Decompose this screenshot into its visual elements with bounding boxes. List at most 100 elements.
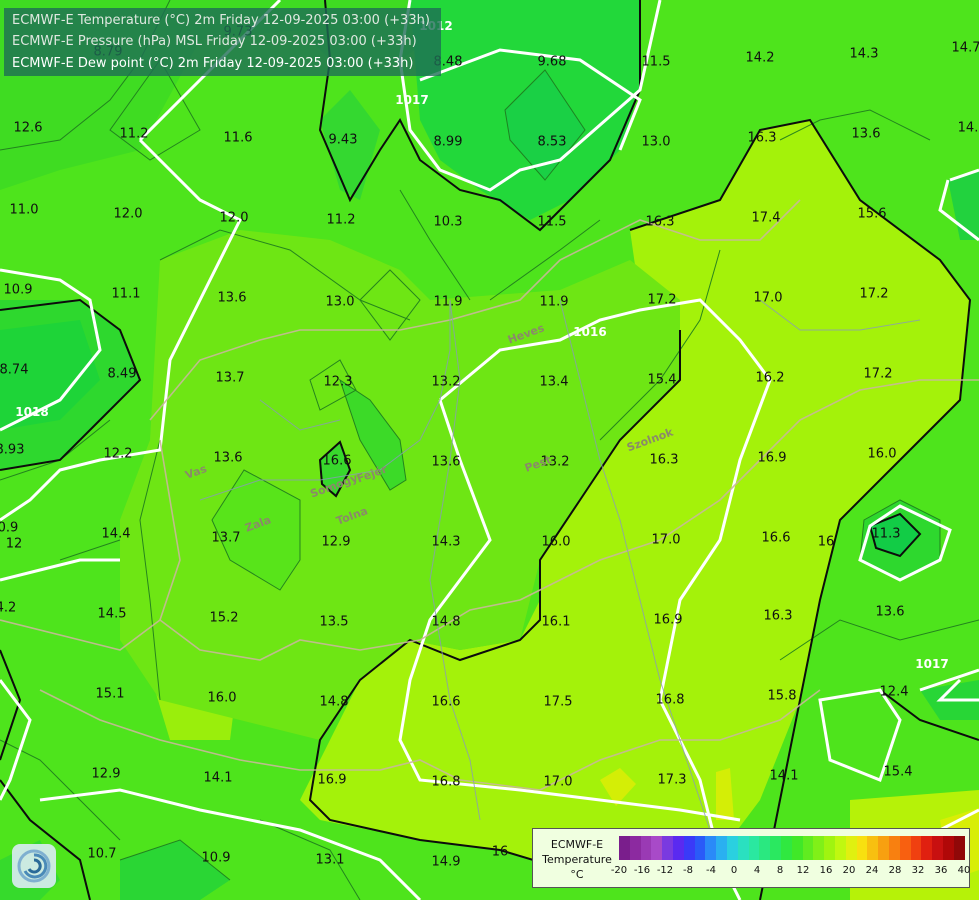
temperature-value-label: 14.: [957, 120, 979, 136]
temperature-value-label: 14.4: [101, 526, 131, 542]
temperature-value-label: 8.49: [107, 366, 137, 382]
temperature-value-label: 16.8: [655, 692, 685, 708]
temperature-value-label: 0.9: [0, 520, 19, 536]
isobar-value-label: 1017: [915, 657, 949, 671]
legend-tick: -12: [656, 865, 674, 876]
temperature-value-label: 14.3: [431, 534, 461, 550]
legend-swatch: [629, 836, 641, 860]
isotherm-value-label: 16: [491, 844, 509, 860]
temperature-value-label: 12.9: [321, 534, 351, 550]
temperature-value-label: 17.0: [753, 290, 783, 306]
temperature-value-label: 13.0: [641, 134, 671, 150]
legend-swatch: [921, 836, 933, 860]
legend-tick: 0: [730, 865, 738, 876]
temperature-value-label: 16.9: [653, 612, 683, 628]
temperature-value-label: 16.0: [541, 534, 571, 550]
legend-swatch: [672, 836, 684, 860]
temperature-value-label: 14.1: [203, 770, 233, 786]
legend-swatch: [845, 836, 857, 860]
temperature-value-label: 17.2: [647, 292, 677, 308]
temperature-value-label: 8.53: [537, 134, 567, 150]
legend-swatch: [953, 836, 965, 860]
temperature-value-label: 13.4: [539, 374, 569, 390]
legend-tick: 24: [865, 865, 879, 876]
legend-swatch: [716, 836, 727, 860]
legend-swatch: [726, 836, 738, 860]
temperature-value-label: 13.5: [319, 614, 349, 630]
legend-tick-labels: -20 -16 -12 -8 -4 0 4 8 12 16 20 24 28 32 36 40: [611, 865, 971, 881]
legend-tick: -16: [633, 865, 651, 876]
title-pressure: ECMWF-E Pressure (hPa) MSL Friday 12-09-…: [12, 34, 417, 49]
legend-swatch: [813, 836, 825, 860]
title-dewpoint: ECMWF-E Dew point (°C) 2m Friday 12-09-2…: [12, 56, 414, 71]
legend-tick: 36: [934, 865, 948, 876]
temperature-value-label: 14.1: [769, 768, 799, 784]
temperature-value-label: 13.2: [431, 374, 461, 390]
legend-swatch: [802, 836, 814, 860]
temperature-value-label: 15.4: [647, 372, 677, 388]
temperature-value-label: 15.8: [767, 688, 797, 704]
temperature-value-label: 11.0: [9, 202, 39, 218]
temperature-value-label: 14.7: [951, 40, 979, 56]
temperature-value-label: 10.3: [433, 214, 463, 230]
legend-swatch: [651, 836, 663, 860]
temperature-value-label: 14.3: [849, 46, 879, 62]
legend-tick: 8: [776, 865, 784, 876]
temperature-value-label: 11.6: [223, 130, 253, 146]
temperature-value-label: 12.0: [113, 206, 143, 222]
temperature-value-label: 15.6: [857, 206, 887, 222]
temperature-value-label: 13.6: [213, 450, 243, 466]
temperature-value-label: 13.6: [431, 454, 461, 470]
temperature-value-label: 11.2: [119, 126, 149, 142]
temperature-value-label: 8.93: [0, 442, 25, 458]
temperature-value-label: 13.7: [211, 530, 241, 546]
legend-swatch: [942, 836, 954, 860]
temperature-value-label: 17.0: [543, 774, 573, 790]
weather-map[interactable]: 8.799.738.489.6811.514.214.314.712.611.2…: [0, 0, 979, 900]
temperature-value-label: 8.99: [433, 134, 463, 150]
temperature-value-label: 14.8: [319, 694, 349, 710]
legend-swatch: [662, 836, 673, 860]
legend-tick: 20: [842, 865, 856, 876]
legend-tick: 40: [957, 865, 971, 876]
legend-color-bar: [619, 836, 965, 860]
legend-swatch: [791, 836, 803, 860]
legend-swatch: [780, 836, 792, 860]
temperature-value-label: 4.2: [0, 600, 17, 616]
temperature-value-label: 16.6: [761, 530, 791, 546]
temperature-value-label: 9.68: [537, 54, 567, 70]
temperature-value-label: 9.43: [328, 132, 358, 148]
legend-swatch: [867, 836, 879, 860]
legend-swatch: [748, 836, 760, 860]
legend-swatch: [899, 836, 911, 860]
isobar-value-label: 1016: [573, 325, 607, 339]
temperature-value-label: 16.8: [431, 774, 461, 790]
isobar-value-label: 1018: [15, 405, 49, 419]
temperature-value-label: 11.9: [539, 294, 569, 310]
legend-swatch: [759, 836, 771, 860]
temperature-value-label: 15.2: [209, 610, 239, 626]
temperature-value-label: 12.3: [323, 374, 353, 390]
legend-swatch: [770, 836, 781, 860]
temperature-value-label: 15.1: [95, 686, 125, 702]
legend-swatch: [683, 836, 695, 860]
temperature-value-label: 14.9: [431, 854, 461, 870]
temperature-value-label: 13.0: [325, 294, 355, 310]
legend-swatch: [932, 836, 943, 860]
map-title-box: ECMWF-E Temperature (°C) 2m Friday 12-09…: [4, 8, 441, 76]
temperature-value-label: 16.0: [867, 446, 897, 462]
temperature-value-label: 13.6: [851, 126, 881, 142]
temperature-value-label: 10.9: [201, 850, 231, 866]
legend-tick: -4: [706, 865, 716, 876]
temperature-value-label: 12.6: [13, 120, 43, 136]
ecmwf-logo-icon: [12, 844, 56, 888]
isotherm-value-label: 12: [5, 536, 23, 552]
temperature-value-label: 12.4: [879, 684, 909, 700]
temperature-value-label: 16.2: [755, 370, 785, 386]
isobar-value-label: 1017: [395, 93, 429, 107]
legend-title: ECMWF-E Temperature °C: [537, 837, 617, 882]
temperature-value-label: 11.2: [326, 212, 356, 228]
legend-tick: 28: [888, 865, 902, 876]
temperature-value-label: 13.7: [215, 370, 245, 386]
temperature-value-label: 17.4: [751, 210, 781, 226]
